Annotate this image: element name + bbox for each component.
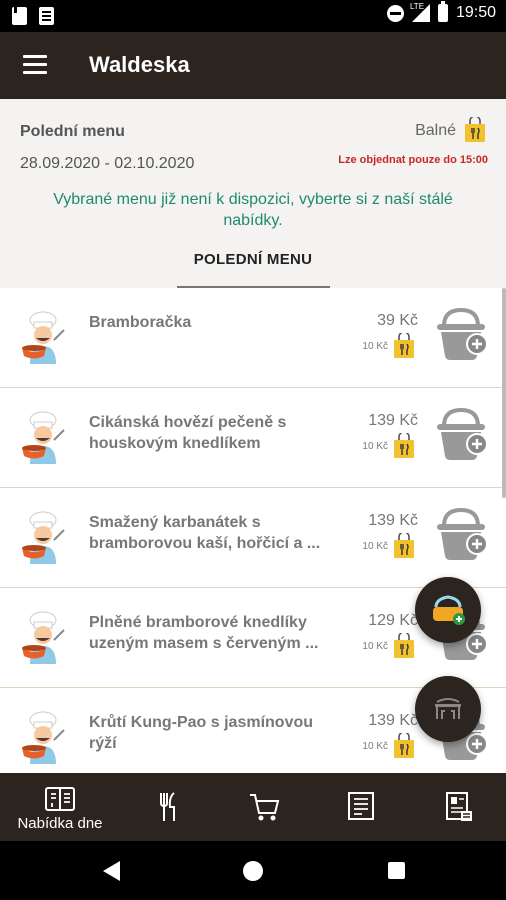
nav-daily-menu-label: Nabídka dne (17, 815, 103, 832)
document-icon (39, 7, 54, 25)
availability-notice: Vybrané menu již není k dispozici, vyber… (53, 191, 453, 229)
add-to-basket-icon[interactable] (434, 306, 489, 362)
battery-icon (437, 1, 448, 22)
menu-item-price: 139 Kč (368, 712, 418, 729)
menu-header: Polední menu Balné 28.09.2020 - 02.10.20… (0, 99, 506, 288)
menu-item-price: 39 Kč (377, 312, 418, 329)
takeaway-bag-icon (465, 117, 485, 142)
nav-orders[interactable] (330, 773, 430, 841)
table-reservation-fab[interactable] (415, 676, 481, 742)
nav-profile[interactable] (430, 773, 506, 841)
chef-icon (22, 411, 65, 464)
menu-item-name: Smažený karbanátek s bramborovou kaší, h… (89, 514, 321, 552)
chef-icon (22, 511, 65, 564)
chef-icon (22, 311, 65, 364)
order-limit-text: Lze objednat pouze do 15:00 (338, 154, 488, 166)
takeaway-bag-icon (394, 533, 414, 558)
receipt-icon (348, 792, 374, 820)
chef-icon (22, 611, 65, 664)
takeaway-bag-icon (394, 633, 414, 658)
app-title: Waldeska (89, 52, 190, 77)
basket-fab[interactable] (415, 577, 481, 643)
takeaway-bag-icon (394, 433, 414, 458)
menu-icon[interactable] (23, 55, 47, 75)
add-to-basket-icon[interactable] (434, 406, 489, 462)
bottom-navigation: Nabídka dne (0, 773, 506, 841)
takeaway-bag-icon (394, 333, 414, 358)
basket-add-icon (433, 595, 465, 625)
home-icon[interactable] (243, 861, 263, 881)
back-icon[interactable] (103, 861, 120, 881)
menu-item[interactable]: Bramboračka 39 Kč 10 Kč (0, 288, 506, 388)
chef-icon (22, 711, 65, 764)
cart-icon (250, 794, 280, 821)
menu-item-name: Bramboračka (89, 314, 192, 331)
nav-menu[interactable] (130, 773, 230, 841)
system-navigation-bar (0, 841, 506, 900)
cutlery-icon (160, 792, 175, 821)
do-not-disturb-icon (386, 4, 404, 22)
sd-card-icon (12, 7, 27, 25)
signal-icon: LTE (409, 2, 430, 22)
packaging-label: Balné (415, 122, 456, 139)
menu-item-price: 139 Kč (368, 412, 418, 429)
status-bar: LTE 19:50 (0, 0, 506, 32)
menu-item-packaging-price: 10 Kč (362, 441, 388, 452)
recent-apps-icon[interactable] (388, 862, 405, 879)
list-scrollbar[interactable] (502, 288, 506, 498)
menu-item-price: 129 Kč (368, 612, 418, 629)
menu-item-name: Cikánská hovězí pečeně s houskovým knedl… (89, 414, 287, 452)
profile-card-icon (446, 792, 472, 821)
clock: 19:50 (455, 4, 496, 21)
menu-title: Polední menu (20, 123, 125, 140)
nav-daily-menu[interactable]: Nabídka dne (0, 773, 120, 841)
tab-lunch-menu[interactable]: POLEDNÍ MENU (0, 251, 506, 268)
table-chairs-icon (435, 698, 461, 719)
date-range: 28.09.2020 - 02.10.2020 (20, 155, 195, 172)
menu-item[interactable]: Smažený karbanátek s bramborovou kaší, h… (0, 488, 506, 588)
menu-item-packaging-price: 10 Kč (362, 741, 388, 752)
daily-menu-icon (45, 787, 75, 811)
menu-item-name: Krůtí Kung-Pao s jasmínovou rýží (89, 714, 314, 752)
add-to-basket-icon[interactable] (434, 506, 489, 562)
menu-item-packaging-price: 10 Kč (362, 341, 388, 352)
menu-item-price: 139 Kč (368, 512, 418, 529)
app-bar: Waldeska (0, 32, 506, 99)
takeaway-bag-icon (394, 733, 414, 758)
menu-item-packaging-price: 10 Kč (362, 541, 388, 552)
menu-item-packaging-price: 10 Kč (362, 641, 388, 652)
network-type: LTE (409, 2, 425, 11)
nav-cart[interactable] (230, 773, 330, 841)
menu-item-name: Plněné bramborové knedlíky uzeným masem … (89, 614, 319, 652)
menu-item[interactable]: Cikánská hovězí pečeně s houskovým knedl… (0, 388, 506, 488)
